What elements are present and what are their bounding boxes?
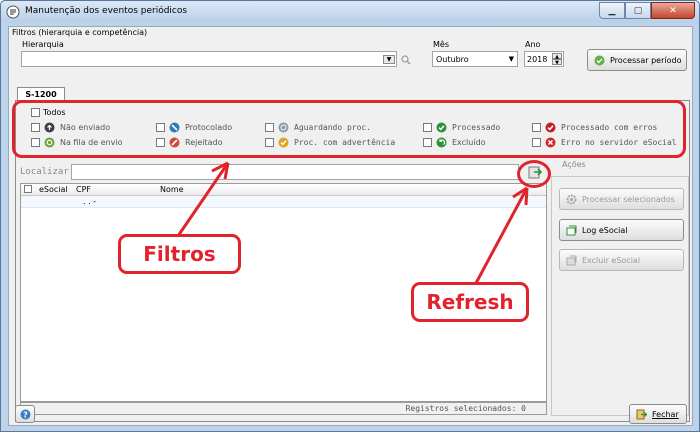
maximize-button[interactable]: ▢ — [625, 2, 651, 19]
grid-header: eSocial CPF Nome — [21, 184, 546, 196]
title-bar: Manutenção dos eventos periódicos ▁ ▢ ✕ — [1, 1, 699, 23]
column-cpf[interactable]: CPF — [76, 185, 91, 194]
fechar-button[interactable]: Fechar — [629, 404, 687, 424]
acoes-label: Ações — [562, 160, 586, 169]
refresh-highlight — [517, 160, 551, 188]
mes-label: Mês — [433, 40, 449, 49]
client-area: Filtros (hierarquia e competência) Hiera… — [8, 26, 693, 426]
localizar-input[interactable] — [71, 164, 519, 180]
window-controls: ▁ ▢ ✕ — [599, 2, 695, 19]
registros-selecionados: Registros selecionados: 0 — [405, 404, 526, 413]
minimize-button[interactable]: ▁ — [599, 2, 625, 19]
actions-panel — [551, 176, 689, 416]
tab-s-1200[interactable]: S-1200 — [17, 87, 65, 101]
excluir-esocial-button[interactable]: Excluir eSocial — [559, 249, 684, 271]
ano-stepper[interactable]: 2018 ▲ ▼ — [524, 51, 564, 67]
search-icon[interactable] — [401, 55, 411, 65]
log-esocial-label: Log eSocial — [582, 225, 628, 235]
minimize-icon: ▁ — [608, 5, 616, 16]
row-cpf: . . - — [83, 197, 97, 206]
chevron-down-icon: ▼ — [508, 55, 514, 63]
window-title: Manutenção dos eventos periódicos — [25, 6, 188, 16]
delete-icon — [566, 255, 577, 265]
svg-text:?: ? — [23, 410, 28, 419]
hierarquia-select[interactable]: ▼ — [21, 51, 397, 67]
filtros-annotation: Filtros — [118, 234, 241, 274]
chevron-down-icon[interactable]: ▼ — [552, 59, 562, 66]
help-button[interactable]: ? — [15, 405, 35, 423]
mes-select[interactable]: Outubro ▼ — [432, 51, 518, 67]
table-row[interactable]: . . - — [21, 196, 546, 208]
tab-label: S-1200 — [25, 90, 57, 99]
close-icon: ✕ — [669, 5, 677, 16]
status-footer: Registros selecionados: 0 — [20, 402, 547, 415]
processar-selecionados-button[interactable]: Processar selecionados — [559, 188, 684, 210]
mes-value: Outubro — [436, 55, 469, 64]
fechar-label: Fechar — [652, 409, 679, 419]
refresh-annotation: Refresh — [411, 282, 529, 322]
gear-icon — [566, 194, 577, 204]
log-esocial-button[interactable]: Log eSocial — [559, 219, 684, 241]
help-icon: ? — [20, 409, 30, 419]
check-circle-icon — [594, 55, 605, 65]
exit-icon — [636, 409, 647, 419]
close-window-button[interactable]: ✕ — [651, 2, 695, 19]
excluir-esocial-label: Excluir eSocial — [582, 255, 641, 265]
column-esocial[interactable]: eSocial — [39, 185, 68, 194]
select-all-checkbox[interactable] — [24, 185, 32, 193]
processar-periodo-label: Processar período — [610, 55, 682, 65]
filters-group-label: Filtros (hierarquia e competência) — [12, 28, 148, 37]
filtros-highlight — [12, 100, 686, 158]
localizar-label: Localizar — [20, 167, 69, 177]
ano-value: 2018 — [527, 55, 548, 64]
processar-selecionados-label: Processar selecionados — [582, 194, 675, 204]
app-icon — [6, 5, 20, 19]
log-icon — [566, 225, 577, 235]
ano-label: Ano — [525, 40, 541, 49]
hierarquia-label: Hierarquia — [22, 40, 64, 49]
refresh-annotation-text: Refresh — [426, 290, 514, 314]
column-nome[interactable]: Nome — [160, 185, 184, 194]
chevron-down-icon: ▼ — [383, 55, 395, 64]
main-window: Manutenção dos eventos periódicos ▁ ▢ ✕ … — [0, 0, 700, 432]
maximize-icon: ▢ — [633, 5, 643, 16]
filtros-annotation-text: Filtros — [143, 242, 216, 266]
processar-periodo-button[interactable]: Processar período — [587, 49, 687, 71]
